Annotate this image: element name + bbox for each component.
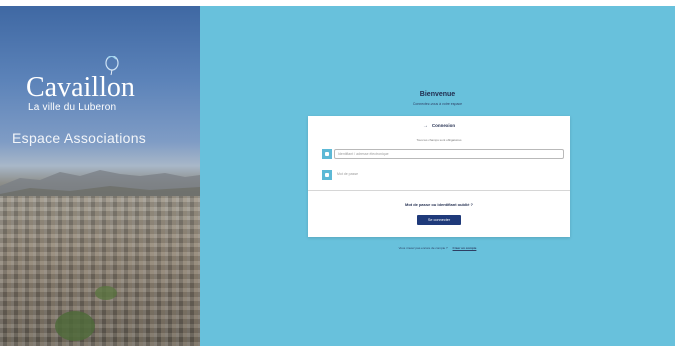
balloon-icon — [105, 56, 119, 76]
login-panel: Bienvenue Connectez-vous à votre espace … — [200, 6, 675, 346]
hero-photo-panel: Cavaillon La ville du Luberon Espace Ass… — [0, 6, 200, 346]
app-frame: Cavaillon La ville du Luberon Espace Ass… — [0, 6, 675, 346]
divider — [308, 190, 570, 191]
tree-cluster — [55, 311, 95, 341]
email-field-group: Identifiant / adresse électronique — [322, 149, 564, 159]
portal-title: Espace Associations — [12, 130, 147, 146]
login-title: → Connexion — [308, 123, 570, 129]
brand-name: Cavaillon — [26, 72, 135, 103]
login-button[interactable]: Se connecter — [417, 215, 461, 225]
cavaillon-logo: Cavaillon La ville du Luberon — [26, 56, 135, 113]
password-field[interactable]: Mot de passe — [334, 170, 397, 178]
password-field-group: Mot de passe — [322, 170, 559, 180]
signup-link[interactable]: Créer un compte — [453, 246, 477, 250]
email-field[interactable]: Identifiant / adresse électronique — [334, 149, 564, 159]
login-icon: → — [422, 123, 428, 129]
forgot-password-link[interactable]: Mot de passe ou identifiant oublié ? — [308, 202, 570, 207]
lock-icon — [322, 170, 332, 180]
login-title-label: Connexion — [431, 123, 456, 128]
welcome-title: Bienvenue — [419, 91, 456, 98]
brand-tagline: La ville du Luberon — [28, 102, 117, 113]
required-fields-hint: Tous les champs sont obligatoires — [416, 138, 462, 142]
signup-prompt: Vous n'avez pas encore de compte ? Créer… — [200, 246, 675, 250]
user-icon — [322, 149, 332, 159]
login-card: → Connexion Tous les champs sont obligato… — [308, 116, 570, 237]
city-aerial-view — [0, 196, 200, 346]
tree-cluster — [95, 286, 117, 300]
signup-text: Vous n'avez pas encore de compte ? — [398, 246, 448, 250]
welcome-subtitle: Connectez-vous à votre espace — [412, 102, 463, 106]
